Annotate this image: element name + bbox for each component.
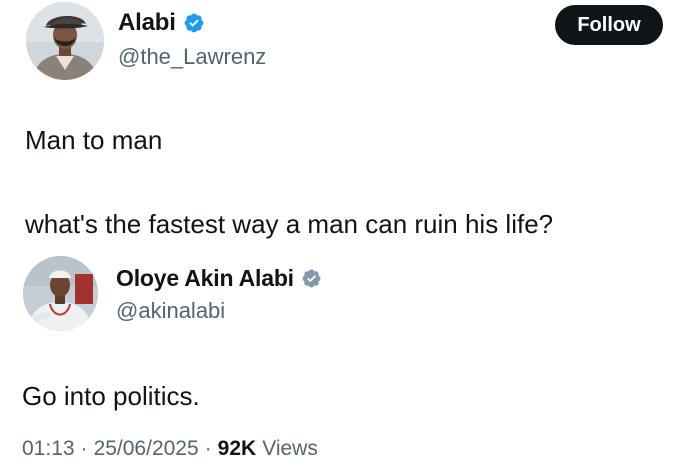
avatar[interactable] xyxy=(26,2,104,80)
tweet-text-line-2: what's the fastest way a man can ruin hi… xyxy=(25,209,554,239)
reply-author-name[interactable]: Oloye Akin Alabi xyxy=(116,265,294,292)
reply-author-handle[interactable]: @akinalabi xyxy=(116,298,225,324)
author-name[interactable]: Alabi xyxy=(118,9,176,37)
avatar-image xyxy=(26,2,104,80)
meta-separator: · xyxy=(80,437,88,460)
author-handle[interactable]: @the_Lawrenz xyxy=(118,44,266,70)
tweet-text-line-1: Man to man xyxy=(25,125,163,155)
reply-text: Go into politics. xyxy=(22,381,200,411)
tweet-header: Alabi @the_Lawrenz Follow xyxy=(0,0,696,100)
follow-button[interactable]: Follow xyxy=(555,5,663,45)
tweet-time[interactable]: 01:13 xyxy=(22,437,75,461)
views-count[interactable]: 92K xyxy=(218,437,257,461)
tweet-meta: 01:13 · 25/06/2025 · 92K Views xyxy=(22,437,318,461)
author-name-row: Alabi xyxy=(118,9,205,37)
verified-badge-icon xyxy=(183,12,205,34)
reply-avatar[interactable] xyxy=(23,256,98,331)
reply-avatar-image xyxy=(23,256,98,331)
reply-author-name-row: Oloye Akin Alabi xyxy=(116,265,322,292)
views-label: Views xyxy=(262,437,318,460)
meta-separator: · xyxy=(204,437,212,460)
verified-badge-grey-icon xyxy=(301,268,322,289)
tweet-date[interactable]: 25/06/2025 xyxy=(94,437,199,461)
